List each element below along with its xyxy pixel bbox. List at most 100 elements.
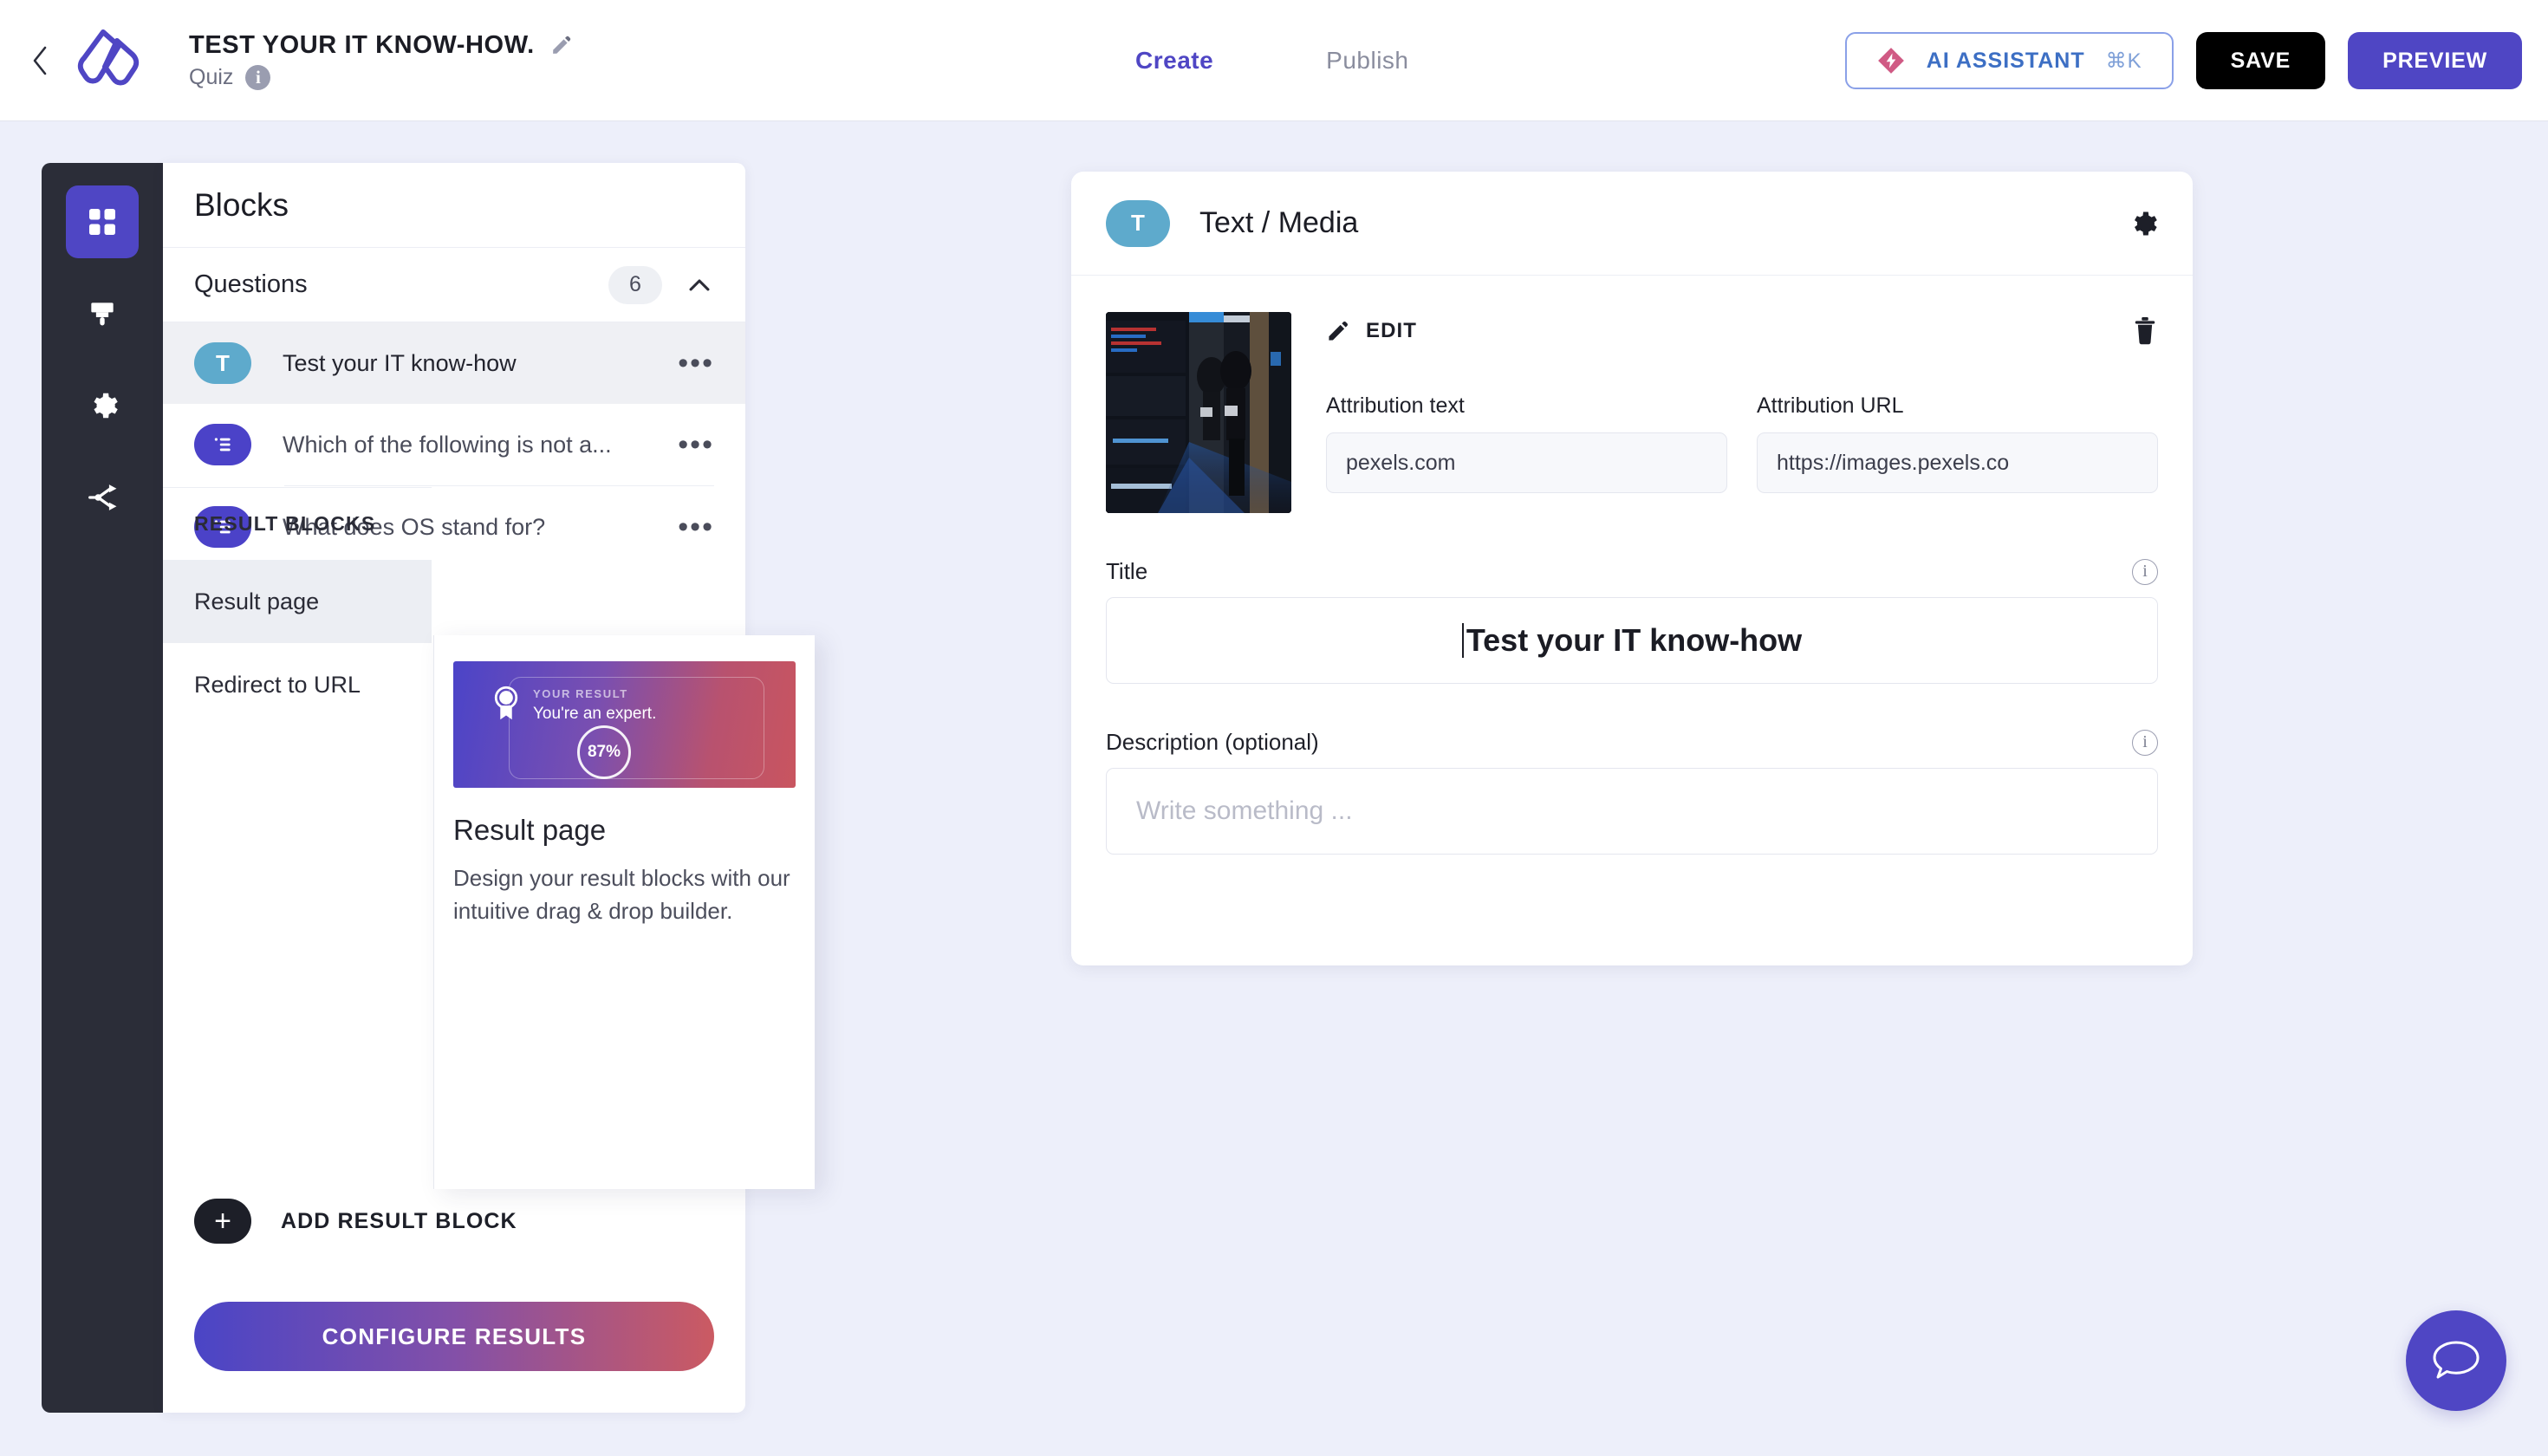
page-title: TEST YOUR IT KNOW-HOW.	[189, 30, 535, 59]
trash-icon[interactable]	[2132, 315, 2158, 345]
chat-support-button[interactable]	[2406, 1310, 2506, 1411]
description-field-label: Description (optional)	[1106, 729, 1319, 755]
header-actions: AI ASSISTANT ⌘K SAVE PREVIEW	[1844, 0, 2522, 121]
result-blocks-header: RESULT BLOCKS	[163, 487, 432, 560]
questions-section-label: Questions	[194, 270, 308, 298]
blocks-panel-footer: + ADD RESULT BLOCK CONFIGURE RESULTS	[163, 1186, 745, 1413]
blocks-panel-header: Blocks	[163, 163, 745, 248]
attribution-text-group: Attribution text	[1326, 393, 1727, 493]
block-type-badge: T	[1106, 199, 1170, 247]
plus-icon: +	[194, 1199, 251, 1244]
ai-diamond-icon	[1877, 48, 1904, 74]
title-field-header: Title i	[1106, 558, 2158, 585]
save-button[interactable]: SAVE	[2195, 32, 2326, 89]
title-field-label: Title	[1106, 558, 1148, 584]
thumbnail-headline: You're an expert.	[533, 705, 657, 723]
thumbnail-kicker: YOUR RESULT	[533, 687, 628, 700]
sidebar-item-blocks[interactable]	[66, 185, 139, 258]
info-icon[interactable]: i	[2132, 558, 2158, 585]
subtitle-row: Quiz i	[189, 64, 573, 90]
pencil-icon[interactable]	[550, 34, 573, 56]
question-overflow-menu-icon[interactable]: •••	[664, 510, 714, 544]
pencil-icon	[1329, 322, 1348, 341]
back-button[interactable]	[24, 42, 55, 80]
brand-logo[interactable]	[68, 19, 151, 102]
result-blocks-label: RESULT BLOCKS	[194, 512, 376, 535]
ai-assistant-label: AI ASSISTANT	[1926, 48, 2085, 73]
edit-media-label: EDIT	[1366, 319, 1418, 342]
question-list-item-0[interactable]: T Test your IT know-how •••	[163, 322, 745, 404]
attribution-fields: Attribution text Attribution URL	[1326, 393, 2158, 493]
media-thumbnail[interactable]	[1106, 312, 1291, 513]
tab-publish[interactable]: Publish	[1326, 47, 1408, 75]
block-editor-body: EDIT Attribution text Attribution URL	[1071, 276, 2193, 855]
text-block-glyph: T	[216, 349, 230, 376]
title-row: TEST YOUR IT KNOW-HOW.	[189, 31, 573, 60]
result-blocks-section: RESULT BLOCKS Result page Redirect to UR…	[163, 487, 432, 726]
description-input[interactable]: Write something ...	[1106, 768, 2158, 855]
result-page-thumbnail: YOUR RESULT You're an expert. 87%	[453, 661, 796, 788]
attribution-text-input[interactable]	[1326, 432, 1727, 493]
chevron-left-icon	[33, 46, 47, 75]
attribution-url-group: Attribution URL	[1757, 393, 2158, 493]
title-input-value: Test your IT know-how	[1466, 622, 1803, 658]
document-type-label: Quiz	[189, 64, 234, 89]
server-room-photo	[1106, 312, 1291, 513]
preview-card-title: Result page	[453, 814, 607, 846]
main-tabs: Create Publish	[1135, 0, 1409, 121]
result-block-item-redirect-to-url[interactable]: Redirect to URL	[163, 643, 432, 726]
question-type-badge-text: T	[194, 342, 251, 384]
edit-media-button[interactable]: EDIT	[1326, 312, 2158, 350]
info-icon[interactable]: i	[245, 64, 271, 90]
chevron-up-icon[interactable]	[685, 270, 714, 300]
preview-card-description: Design your result blocks with our intui…	[453, 865, 790, 924]
sidebar-item-logic[interactable]	[66, 461, 139, 534]
media-controls: EDIT Attribution text Attribution URL	[1326, 312, 2158, 513]
block-editor-title: Text / Media	[1199, 206, 1359, 239]
add-result-block-label: ADD RESULT BLOCK	[281, 1208, 517, 1233]
preview-button[interactable]: PREVIEW	[2348, 32, 2522, 89]
question-overflow-menu-icon[interactable]: •••	[664, 428, 714, 462]
questions-section-header[interactable]: Questions 6	[163, 248, 745, 322]
question-overflow-menu-icon[interactable]: •••	[664, 347, 714, 380]
left-icon-rail	[42, 163, 163, 1413]
question-list-item-1[interactable]: Which of the following is not a... •••	[163, 404, 745, 485]
gear-icon	[94, 393, 118, 419]
document-title-block: TEST YOUR IT KNOW-HOW. Quiz i	[189, 31, 573, 90]
configure-results-button[interactable]: CONFIGURE RESULTS	[194, 1302, 714, 1371]
description-field-header: Description (optional) i	[1106, 729, 2158, 756]
tab-create[interactable]: Create	[1135, 47, 1213, 75]
title-input[interactable]: Test your IT know-how	[1106, 597, 2158, 684]
question-list-item-label: Which of the following is not a...	[283, 431, 612, 458]
result-page-preview-card: YOUR RESULT You're an expert. 87% Result…	[433, 635, 815, 1189]
description-placeholder: Write something ...	[1136, 796, 1353, 825]
sidebar-item-design[interactable]	[66, 277, 139, 350]
list-icon	[214, 438, 231, 452]
thumbnail-score: 87%	[577, 725, 631, 779]
info-icon[interactable]: i	[2132, 729, 2158, 756]
chat-bubble-icon	[2433, 1341, 2480, 1379]
block-editor-card: T Text / Media EDIT Attribution text pex…	[1071, 172, 2193, 965]
add-result-block-button[interactable]: + ADD RESULT BLOCK	[194, 1186, 714, 1257]
award-ribbon-icon	[494, 686, 518, 720]
sidebar-item-settings[interactable]	[66, 369, 139, 442]
gear-icon[interactable]	[2127, 208, 2158, 239]
brand-logo-icon	[77, 29, 140, 85]
question-type-badge-choice	[194, 424, 251, 465]
grid-blocks-icon	[89, 209, 115, 235]
result-block-item-result-page[interactable]: Result page	[163, 560, 432, 643]
ai-assistant-shortcut: ⌘K	[2105, 49, 2142, 73]
attribution-url-input[interactable]	[1757, 432, 2158, 493]
attribution-text-label: Attribution text	[1326, 393, 1465, 418]
top-bar: TEST YOUR IT KNOW-HOW. Quiz i Create Pub…	[0, 0, 2548, 121]
questions-count-badge: 6	[608, 265, 662, 304]
blocks-panel-title: Blocks	[194, 186, 289, 223]
ai-assistant-button[interactable]: AI ASSISTANT ⌘K	[1844, 32, 2174, 89]
attribution-url-label: Attribution URL	[1757, 393, 1904, 418]
block-editor-header: T Text / Media	[1071, 172, 2193, 276]
share-nodes-icon	[88, 484, 117, 510]
paintbrush-icon	[91, 302, 114, 326]
text-caret	[1461, 623, 1464, 658]
question-list-item-label: Test your IT know-how	[283, 349, 517, 376]
media-row: EDIT Attribution text Attribution URL	[1106, 312, 2158, 513]
